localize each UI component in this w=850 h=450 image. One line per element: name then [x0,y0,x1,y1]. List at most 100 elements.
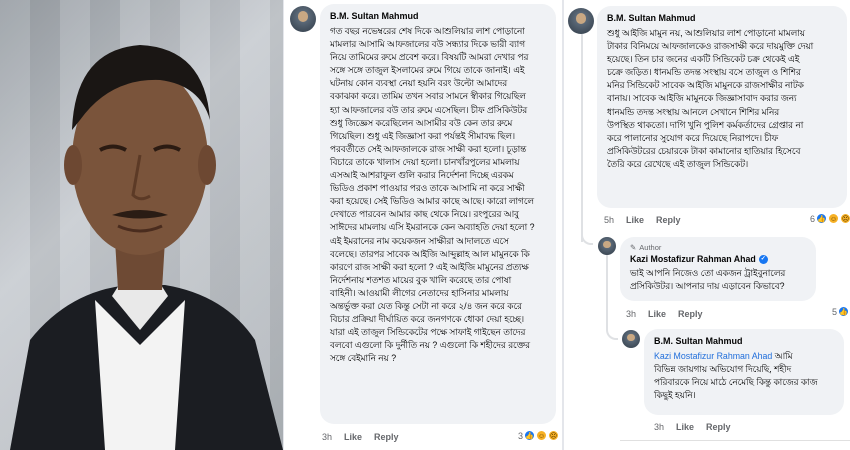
text-line: ঘটনায় কোন ব্যবস্থা নেয়া হয়নি বরং উল্ট… [330,78,508,89]
thread-connector [606,322,618,340]
like-reaction-icon: 👍 [816,213,828,224]
like-button[interactable]: Like [626,215,644,225]
text-line: এসআই আশরাফুল গুলি করার নির্দেশনা দিচ্ছে … [330,170,514,181]
text-line: হ্যা আফজালের বউ তার রুমে এসেছিল। চীফ প্র… [330,104,528,115]
pencil-icon: ✎ [630,243,637,252]
reply-author-name[interactable]: Kazi Mostafizur Rahman Ahad [630,254,756,264]
text-line: নিয়ে তামিমের রুমে প্রবেশ করে। বিষয়টি আ… [330,52,529,63]
reply-button[interactable]: Reply [374,432,399,442]
haha-reaction-icon: ☺ [536,430,548,441]
text-line: ধানমন্ডি তদন্ত সংস্থায় আনলে সেখানে শিশি… [607,106,780,117]
text-line: করা হয়েছে। সেই ভিডিও আমার কাছে আছে। কার… [330,196,534,207]
avatar[interactable] [622,330,640,348]
reaction-count: 5 [832,306,838,317]
text-line: তৈরি করে রেখেছে এই তাজুল সিন্ডিকেট। [607,158,749,169]
reply-text: Kazi Mostafizur Rahman Ahad আমি বিভিন্ন … [654,350,834,402]
text-line: পরিবারকে নিয়ে মাঠে নেমেছি কিন্তু কাজের … [654,377,818,388]
text-line: শুধু জিজ্ঞেস করেছিলেন আসামীর বউ কেন তার … [330,117,513,128]
text-line: বকাঝকা করে। তামিম তখন সবার সামনে স্বীকার… [330,91,526,102]
author-tag: ✎ Author [630,243,806,253]
text-line: বিচার প্রক্রিয়া দীর্ঘায়িত করে জনগণকে ধ… [330,314,524,325]
text-line: শুধু আইজি মামুন নয়, আশুলিয়ার লাশ পোড়া… [607,28,805,38]
reply-author[interactable]: Kazi Mostafizur Rahman Ahad ✓ [630,253,806,265]
reply-button[interactable]: Reply [656,215,681,225]
divider [620,440,850,450]
mention-link[interactable]: Kazi Mostafizur Rahman Ahad [654,351,772,361]
comment-thread-right: B.M. Sultan Mahmud শুধু আইজি মামুন নয়, … [564,0,850,450]
comment-bubble: B.M. Sultan Mahmud শুধু আইজি মামুন নয়, … [597,6,847,208]
comment-author[interactable]: B.M. Sultan Mahmud [330,10,546,22]
verified-badge-icon: ✓ [758,255,768,265]
text-line: বিভিন্ন জায়গায় অভিযোগ দিয়েছি, শহীদ [654,364,792,375]
text-line: সঙ্গে বেইমানি নয় ? [330,353,397,364]
reaction-summary[interactable]: 6 👍 ☺ ☹ [810,213,850,224]
reply-text-lines: বিভিন্ন জায়গায় অভিযোগ দিয়েছি, শহীদ পরি… [654,363,834,402]
reply-button[interactable]: Reply [678,309,703,319]
thread-connector [581,225,593,245]
text-line: ভাই আপনি নিজেও তো একজন ট্রাইবুনালের [630,268,786,278]
avatar[interactable] [290,6,316,32]
speaker-portrait-illustration [10,45,283,450]
reaction-summary[interactable]: 5 👍 [832,306,850,317]
comment-time[interactable]: 5h [604,215,614,225]
reply-time[interactable]: 3h [626,309,636,319]
text-line: অন্তর্ভুক্ত করা যেত কিন্তু সেটা না করে ২… [330,300,522,311]
text-line: কিছুই হয়নি। [654,390,696,401]
comment-thread-left: B.M. Sultan Mahmud গত বছর নভেম্বরের শেষ … [284,0,562,450]
text-line: বানায়। সাবেক আইজি মামুনকে জিজ্ঞাসাবাদ ক… [607,93,797,104]
text-line: নির্দেশনায় শতশত মায়ের বুক খালি করেছে ত… [330,274,512,285]
text-line: গত বছর নভেম্বরের শেষ দিকে আশুলিয়ার লাশ … [330,26,525,36]
comment-text: গত বছর নভেম্বরের শেষ দিকে আশুলিয়ার লাশ … [330,25,546,365]
speaker-photo [0,0,283,450]
text-line: সঙ্গে সঙ্গে তাজুল ইসলামের রুমে গিয়ে তাক… [330,65,525,76]
reply-time[interactable]: 3h [654,422,664,432]
thread-connector [581,34,583,242]
reply-button[interactable]: Reply [706,422,731,432]
reply-author[interactable]: B.M. Sultan Mahmud [654,335,834,347]
avatar[interactable] [598,237,616,255]
reaction-count: 6 [810,213,816,224]
text-line: বলবো এগুলো কি দুর্নীতি নয় ? এগুলো কি শহ… [330,340,530,351]
haha-reaction-icon: ☺ [828,213,840,224]
text-line: কারণে রাজ সাক্ষী করা হলো ? এই আইজি মামুন… [330,261,529,272]
sad-reaction-icon: ☹ [548,430,560,441]
text-line: বলেছে। তারপর সাবেক আইজি আব্দুল্লাহ আল মা… [330,248,530,259]
comment-author[interactable]: B.M. Sultan Mahmud [607,12,837,24]
author-tag-label: Author [639,243,662,252]
like-button[interactable]: Like [676,422,694,432]
like-reaction-icon: 👍 [838,306,850,317]
text-line: সাঈদের মামলায় এসি ইমরানকে কেন অব্যাহতি … [330,222,535,233]
text-line: করে পালানোর সুযোগ করে দিয়েছে নিরাপদে। চ… [607,132,779,143]
text-line: প্রসিকিউটরের চেয়ারকে টাকা কামানোর হাতিয… [607,145,801,156]
text-line: গিয়েছিল। শুধু এই জিজ্ঞাসা করা পর্যন্তই … [330,130,516,141]
reply-text: ভাই আপনি নিজেও তো একজন ট্রাইবুনালের প্রসি… [630,267,806,293]
text-line: পরবর্তীতে সেই আফজালকে রাজ সাক্ষী করা হলো… [330,143,527,154]
text-line: মামলার আসামি আফজালের বউ সন্ধ্যার দিকে ভা… [330,39,525,50]
reaction-count: 3 [518,430,524,441]
reaction-summary[interactable]: 3 👍 ☺ ☹ [518,430,560,441]
text-line: মনির সিন্ডিকেট সাবেক আইজি মামুনকে রাজসাক… [607,80,804,91]
comment-actions: 5h Like Reply [604,215,681,225]
text-line: যারা এই তাজুল সিন্ডিকেটের পক্ষে সাফাই গা… [330,327,526,338]
like-reaction-icon: 👍 [524,430,536,441]
text-line: উপস্থিত থাকতো। দাগি খুনি পুলিশ কর্মকর্তা… [607,119,804,130]
thread-connector [606,254,608,324]
reply-actions: 3h Like Reply [626,309,703,319]
comment-actions: 3h Like Reply [322,432,399,442]
like-button[interactable]: Like [648,309,666,319]
text-line: বাহিনী। আওয়ামী লীগের নেতাদের হাসিনার মা… [330,287,509,298]
comment-time[interactable]: 3h [322,432,332,442]
text-line: প্রসিকিউটর। আপনার দায় এড়াবেন কিভাবে? [630,281,785,292]
reply-bubble: ✎ Author Kazi Mostafizur Rahman Ahad ✓ ভা… [620,237,816,301]
reply-actions: 3h Like Reply [654,422,731,432]
text-line: এই ইমরানের নাম কয়েকজন সাক্ষীরা আদালতে এ… [330,235,509,246]
text-line: টাকার বিনিময়ে আফজালকেও রাজসাক্ষী করে দা… [607,41,814,52]
like-button[interactable]: Like [344,432,362,442]
text-line: ভিডিও প্রকাশ পাওয়ার পরও তাকে আসামি না ক… [330,183,525,194]
avatar[interactable] [568,8,594,34]
sad-reaction-icon: ☹ [840,213,850,224]
comment-text: শুধু আইজি মামুন নয়, আশুলিয়ার লাশ পোড়া… [607,27,837,171]
comment-bubble: B.M. Sultan Mahmud গত বছর নভেম্বরের শেষ … [320,4,556,424]
reply-text-first-line: আমি [772,351,793,361]
text-line: হয়েছে। তিন চার জনের একটি সিন্ডিকেট চক্র… [607,54,800,65]
